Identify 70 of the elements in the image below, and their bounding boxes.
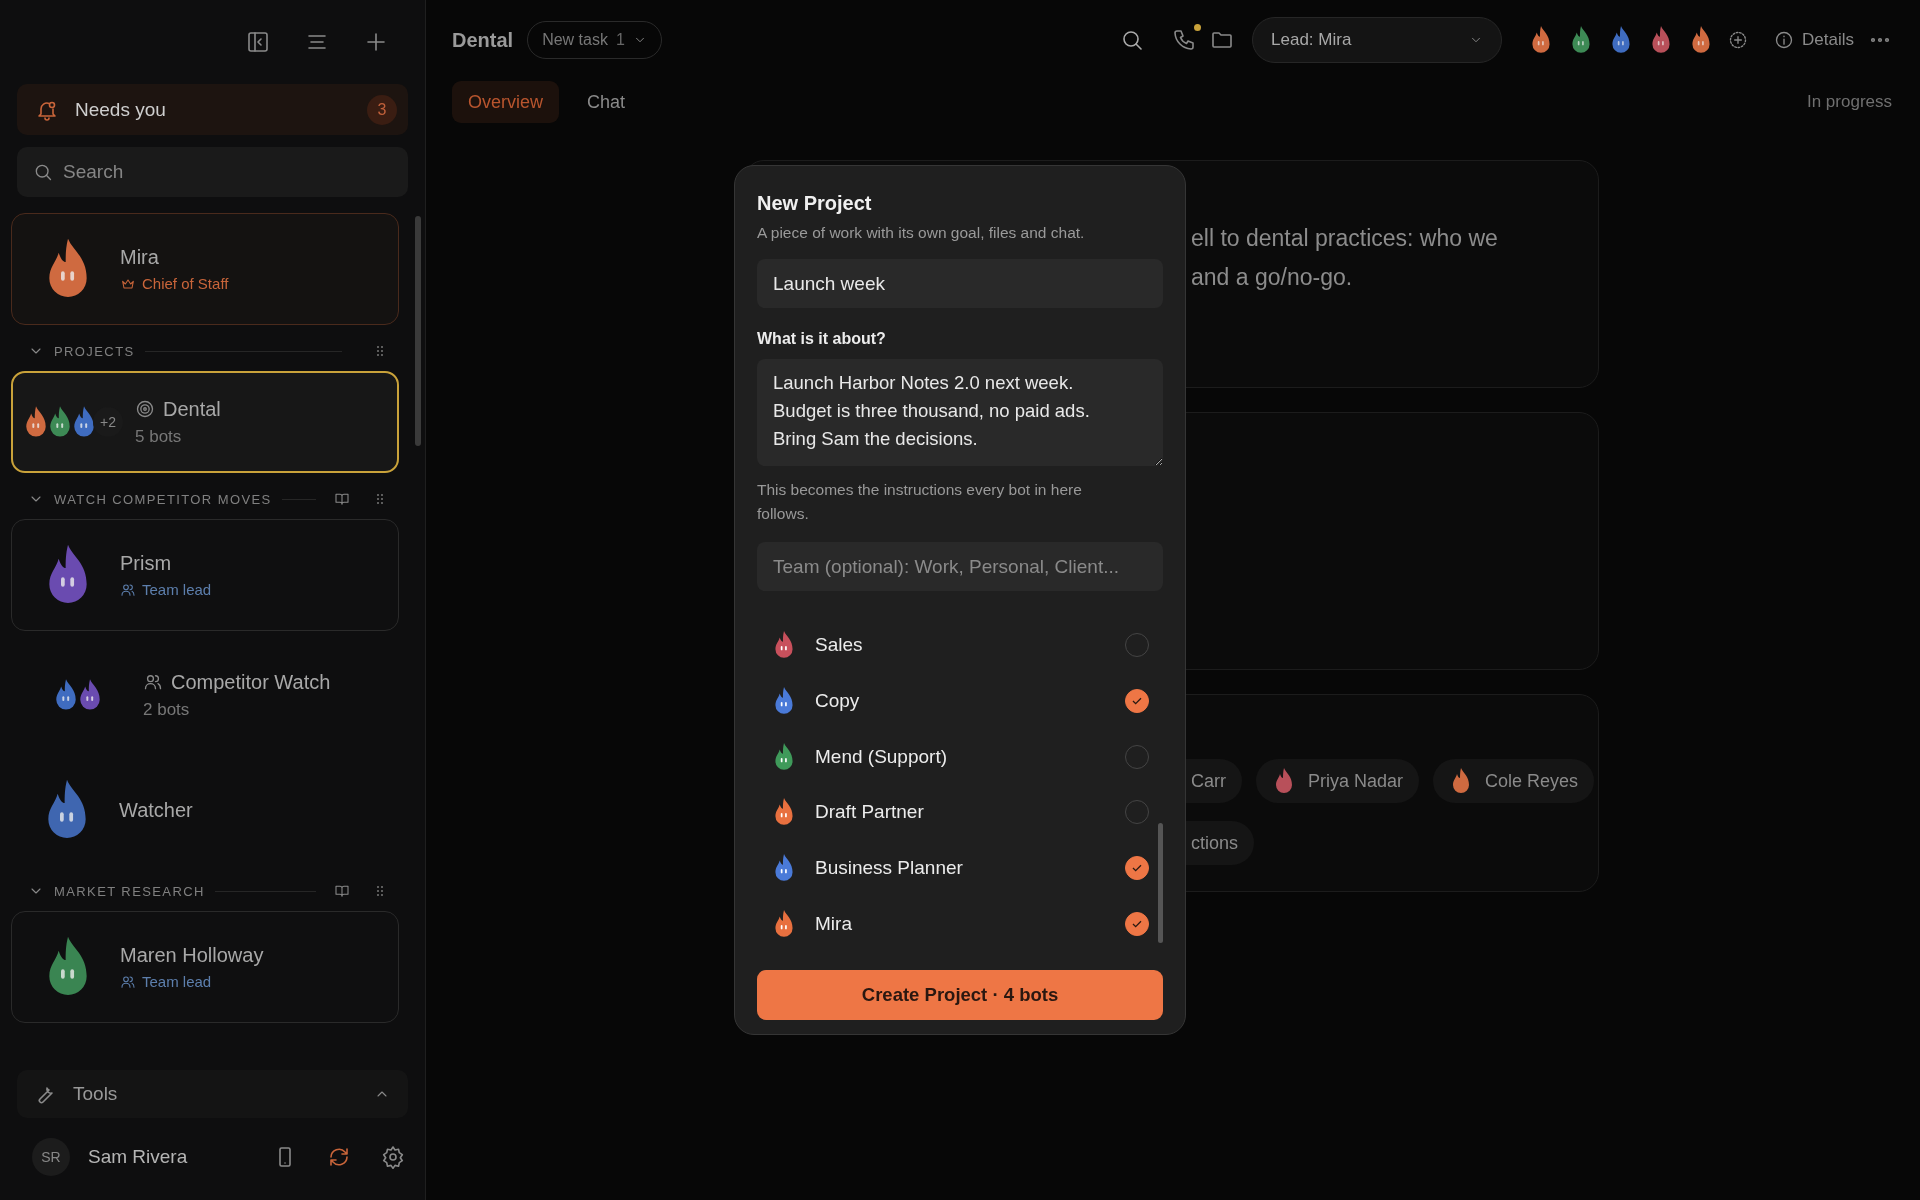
description-field[interactable]: Launch Harbor Notes 2.0 next week. Budget is three thousand, no paid ads. Bring Sam the decisions. xyxy=(757,359,1163,466)
tab[interactable]: Chat xyxy=(571,81,642,123)
lead-dropdown[interactable]: Lead: Mira xyxy=(1252,17,1503,63)
checkbox[interactable] xyxy=(1125,688,1149,713)
field-hint: This becomes the instructions every bot in here follows. xyxy=(757,480,1083,524)
user-name: Sam Rivera xyxy=(88,1146,189,1168)
item-name: Prism xyxy=(120,552,172,575)
checkbox[interactable] xyxy=(1125,856,1149,881)
bot-role: Team lead xyxy=(142,581,212,598)
bot-count: 5 bots xyxy=(135,426,183,447)
bot-role: Chief of Staff xyxy=(142,275,229,292)
section-title: PROJECTS xyxy=(54,343,135,359)
search-icon[interactable] xyxy=(1120,28,1145,52)
search-field[interactable]: Search xyxy=(17,147,408,197)
scrollbar[interactable] xyxy=(415,216,421,446)
create-project-button[interactable]: Create Project · 4 bots xyxy=(757,970,1163,1020)
sidebar-card[interactable]: Maren Holloway Team lead xyxy=(11,911,399,1023)
project-name-field[interactable]: Launch week xyxy=(757,259,1163,308)
item-name: Watcher xyxy=(119,798,193,822)
card-text: and a go/no-go. xyxy=(1191,264,1354,291)
add-member-icon[interactable] xyxy=(1728,30,1749,50)
bot-option[interactable]: Mira xyxy=(757,896,1163,952)
notification-count: 3 xyxy=(367,94,397,125)
people-icon xyxy=(120,973,136,990)
member-chip[interactable]: Priya Nadar xyxy=(1256,759,1420,803)
section-title: MARKET RESEARCH xyxy=(54,883,205,899)
needs-you-button[interactable]: Needs you 3 xyxy=(17,84,408,135)
item-name: Dental xyxy=(163,397,221,421)
scrollbar[interactable] xyxy=(1158,823,1163,943)
bot-option[interactable]: Draft Partner xyxy=(757,784,1163,841)
pinned-bot-card[interactable]: Mira Chief of Staff xyxy=(11,213,399,325)
sidebar-card[interactable]: +2 Dental 5 bots xyxy=(11,371,399,473)
tab[interactable]: Overview xyxy=(452,81,559,123)
item-name: Competitor Watch xyxy=(171,670,331,694)
plus-icon[interactable] xyxy=(364,30,388,54)
sidebar-collapse-icon[interactable] xyxy=(246,30,270,54)
section-title: WATCH COMPETITOR MOVES xyxy=(54,491,272,507)
people-icon xyxy=(143,672,163,692)
target-icon xyxy=(135,399,155,419)
search-icon xyxy=(33,162,53,182)
user-avatar[interactable]: SR xyxy=(32,1138,70,1176)
bot-option[interactable]: Mend (Support) xyxy=(757,728,1163,785)
team-field[interactable]: Team (optional): Work, Personal, Client... xyxy=(757,542,1163,591)
field-label: What is it about? xyxy=(757,330,887,348)
info-icon xyxy=(1774,30,1795,50)
page-title: Dental xyxy=(452,28,514,52)
status-label: In progress xyxy=(1806,92,1892,112)
refresh-icon[interactable] xyxy=(327,1145,351,1169)
book-icon[interactable] xyxy=(334,491,350,507)
bot-option[interactable]: Copy xyxy=(757,672,1163,729)
phone-icon xyxy=(1172,28,1197,52)
sidebar-card[interactable]: Prism Team lead xyxy=(11,519,399,631)
checkbox[interactable] xyxy=(1125,912,1149,937)
bot-option[interactable]: Sales xyxy=(757,617,1163,673)
bot-count: 2 bots xyxy=(143,699,191,720)
people-icon xyxy=(120,581,136,598)
settings-icon[interactable] xyxy=(381,1145,405,1169)
bot-name: Mira xyxy=(120,246,160,269)
sidebar-row[interactable]: Competitor Watch 2 bots xyxy=(11,645,399,745)
bot-option[interactable]: Business Planner xyxy=(757,840,1163,897)
bot-role: Team lead xyxy=(142,973,212,990)
member-chip[interactable]: Cole Reyes xyxy=(1433,759,1595,803)
book-icon[interactable] xyxy=(334,883,350,899)
dialog-title: New Project xyxy=(757,192,873,215)
item-name: Maren Holloway xyxy=(120,944,264,967)
details-button[interactable]: Details xyxy=(1774,30,1854,50)
card-text: ell to dental practices: who we xyxy=(1191,225,1499,252)
dialog-subtitle: A piece of work with its own goal, files and chat. xyxy=(757,224,1086,242)
sidebar-row[interactable]: Watcher xyxy=(11,755,399,865)
tools-toggle[interactable]: Tools xyxy=(17,1070,408,1118)
